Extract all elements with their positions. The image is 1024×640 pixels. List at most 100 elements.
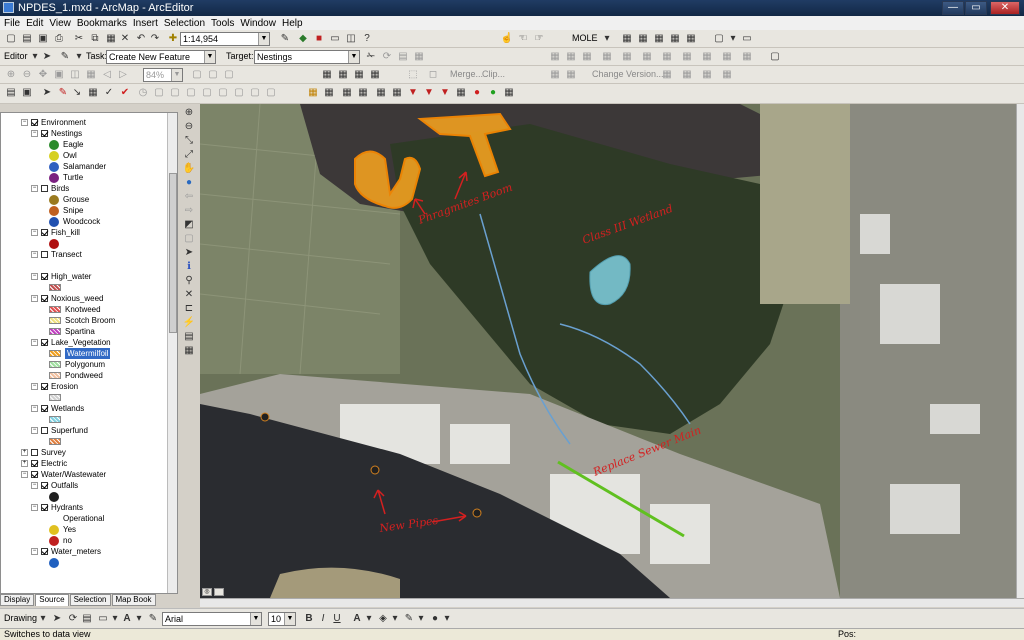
arcpad-tool-1-icon[interactable]: ▦ [306,86,320,100]
version-tool-2-icon[interactable]: ▦ [564,68,578,82]
arctoolbox-icon[interactable]: ◆ [296,32,310,46]
toc-tool-2-icon[interactable]: ▣ [20,86,34,100]
toc-row[interactable]: Woodcock [49,216,100,227]
underline-button[interactable]: U [330,612,344,626]
record-icon[interactable]: ● [470,86,484,100]
version-tool-4-icon[interactable]: ▦ [680,68,694,82]
fixed-zoom-out-icon[interactable]: ⤢ [182,148,196,161]
tool-c-icon[interactable]: ☞ [532,32,546,46]
toc-scroll-thumb[interactable] [169,173,177,333]
versioning-tool-6-icon[interactable]: ▦ [640,50,654,64]
go-to-xy-icon[interactable]: ✕ [182,288,196,301]
layer-visibility-checkbox[interactable] [41,339,48,346]
delete-icon[interactable]: ✕ [118,32,132,46]
menu-selection[interactable]: Selection [164,18,205,29]
toc-row[interactable]: − Noxious_weed [31,293,103,304]
arcpad-tool-2-icon[interactable]: ▦ [322,86,336,100]
open-icon[interactable]: ▤ [20,32,34,46]
map-vertical-scrollbar[interactable] [1016,104,1024,598]
tab-map-book[interactable]: Map Book [111,594,156,606]
layout-zoom-out-icon[interactable]: ⊖ [20,68,34,82]
time-slider-icon[interactable]: ▦ [182,344,196,357]
arcpad-tool-3-icon[interactable]: ▦ [340,86,354,100]
versioning-tool-2-icon[interactable]: ▦ [564,50,578,64]
find-icon[interactable]: ⚲ [182,274,196,287]
layer-visibility-checkbox[interactable] [41,482,48,489]
toc-row[interactable]: − Fish_kill [31,227,80,238]
disabled-tool-7-icon[interactable]: ▢ [248,86,262,100]
select-elements-tool-icon[interactable]: ➤ [182,246,196,259]
change-version-button[interactable]: Change Version... [592,69,664,79]
expand-toggle[interactable]: − [31,504,38,511]
toolbox-icon[interactable]: ■ [312,32,326,46]
drawing-menu[interactable]: Drawing [4,613,37,623]
layout-pan-icon[interactable]: ✥ [36,68,50,82]
edit-text-icon[interactable]: ✎ [146,612,160,626]
menu-view[interactable]: View [49,18,71,29]
undo-icon[interactable]: ↶ [134,32,148,46]
versioning-tool-9-icon[interactable]: ▦ [700,50,714,64]
pan-icon[interactable]: ✋ [182,162,196,175]
layer-visibility-checkbox[interactable] [41,251,48,258]
layout-zoom-in-icon[interactable]: ⊕ [4,68,18,82]
layer-visibility-checkbox[interactable] [41,383,48,390]
toc-row[interactable]: + Electric [21,458,67,469]
mole-arrow-icon[interactable]: ▾ [600,32,614,46]
toc-row[interactable]: Polygonum [49,359,105,370]
expand-toggle[interactable]: − [31,130,38,137]
layer-visibility-checkbox[interactable] [41,185,48,192]
toc-row[interactable]: Pondweed [49,370,103,381]
zoom-to-selected-icon[interactable]: ▤ [80,612,94,626]
italic-button[interactable]: I [316,612,330,626]
text-dropdown-icon[interactable]: ▾ [132,612,146,626]
toc-row[interactable]: − Superfund [31,425,88,436]
hyperlink-icon[interactable]: ⚡ [182,316,196,329]
sketch-dropdown-icon[interactable]: ▾ [72,50,86,64]
paste-icon[interactable]: ▦ [104,32,118,46]
menu-window[interactable]: Window [240,18,276,29]
layout-full-icon[interactable]: ▣ [52,68,66,82]
attributes-icon[interactable]: ▤ [396,50,410,64]
layer-visibility-checkbox[interactable] [31,471,38,478]
zoom-out-icon[interactable]: ⊖ [182,120,196,133]
rotate-tool-icon[interactable]: ⟳ [380,50,394,64]
toc-row[interactable]: Scotch Broom [49,315,115,326]
disabled-tool-2-icon[interactable]: ▢ [168,86,182,100]
toc-row[interactable]: − Lake_Vegetation [31,337,111,348]
tool-a-icon[interactable]: ☝ [500,32,514,46]
expand-toggle[interactable]: − [31,185,38,192]
zoom-in-icon[interactable]: ⊕ [182,106,196,119]
expand-toggle[interactable]: − [21,471,28,478]
layer-visibility-checkbox[interactable] [41,229,48,236]
layer-visibility-checkbox[interactable] [31,119,38,126]
merge-icon[interactable]: ⬚ [406,68,420,82]
menu-help[interactable]: Help [282,18,303,29]
expand-toggle[interactable]: + [21,449,28,456]
versioning-tool-7-icon[interactable]: ▦ [660,50,674,64]
expand-toggle[interactable]: − [31,273,38,280]
toc-row[interactable] [49,260,63,271]
full-extent-icon[interactable]: ● [182,176,196,189]
layout-back-icon[interactable]: ◁ [100,68,114,82]
select-elements-icon[interactable]: ➤ [50,612,64,626]
target-combo[interactable]: Nestings ▼ [254,50,360,64]
layer-visibility-checkbox[interactable] [41,548,48,555]
topology-tool-2-icon[interactable]: ▦ [336,68,350,82]
layer-visibility-checkbox[interactable] [41,295,48,302]
toc-row[interactable]: + Survey [21,447,66,458]
toc-row[interactable]: − Nestings [31,128,82,139]
disabled-tool-3-icon[interactable]: ▢ [184,86,198,100]
toc-row[interactable] [49,392,65,403]
topology-tool-4-icon[interactable]: ▦ [368,68,382,82]
toc-row[interactable]: Salamander [49,161,106,172]
disabled-tool-4-icon[interactable]: ▢ [200,86,214,100]
bold-button[interactable]: B [302,612,316,626]
expand-toggle[interactable]: − [31,251,38,258]
select-elements-icon[interactable]: ➤ [40,86,54,100]
mole-tool-1-icon[interactable]: ▦ [620,32,634,46]
menu-insert[interactable]: Insert [133,18,158,29]
layout-dropdown-icon[interactable]: ▾ [726,32,740,46]
expand-toggle[interactable]: − [21,119,28,126]
expand-toggle[interactable]: − [31,295,38,302]
toc-row[interactable]: − Erosion [31,381,78,392]
